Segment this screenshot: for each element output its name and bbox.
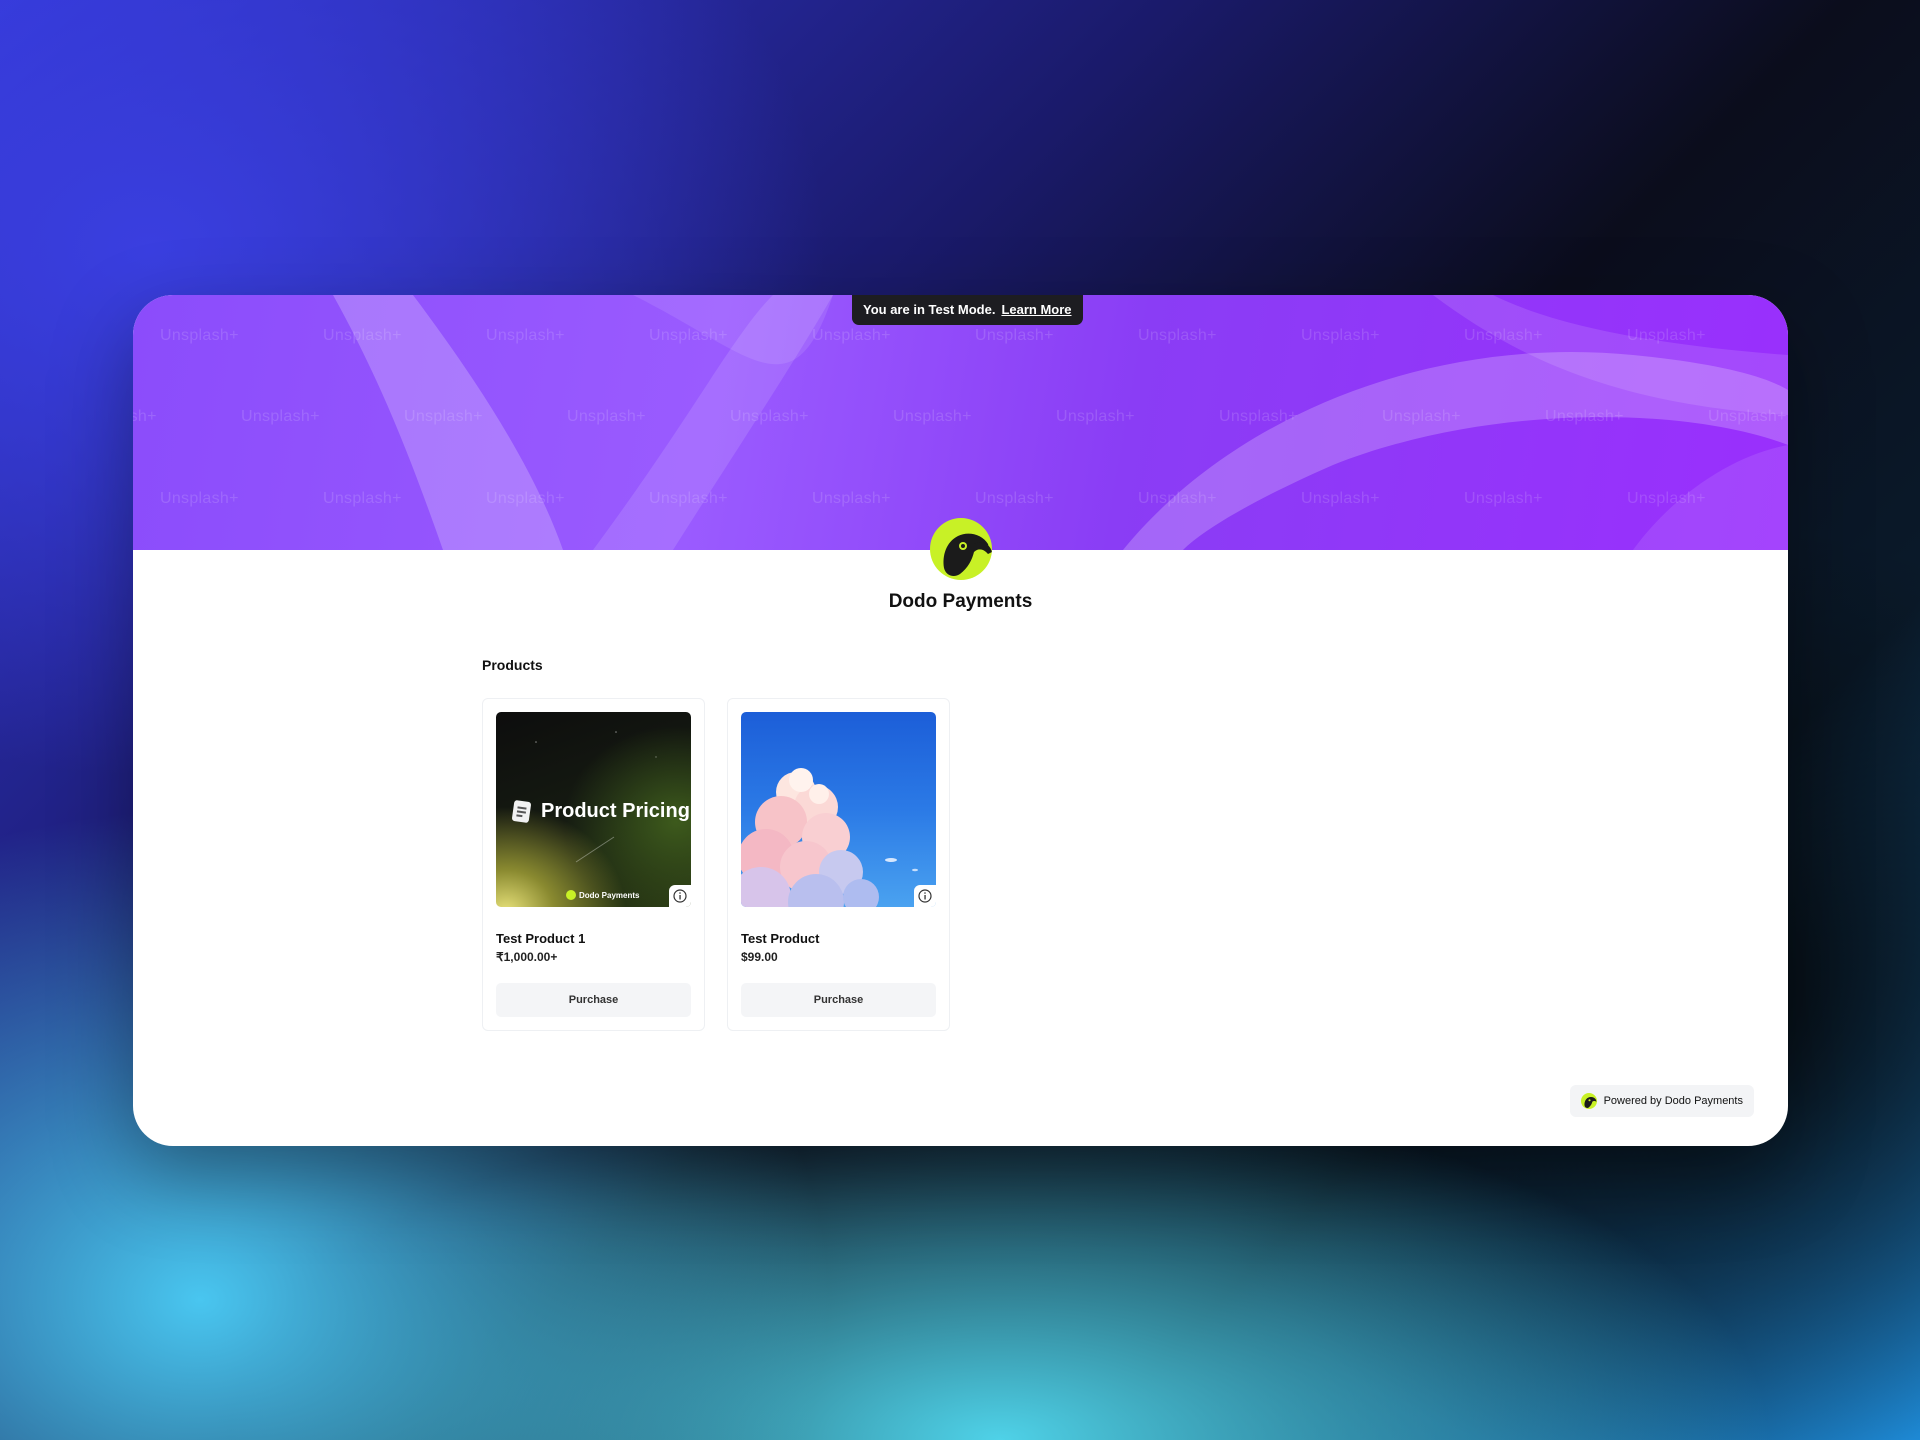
learn-more-link[interactable]: Learn More — [1001, 302, 1071, 317]
product-card[interactable]: Test Product $99.00 Purchase — [727, 698, 950, 1031]
image-caption: Product Pricing — [541, 800, 690, 822]
store-name: Dodo Payments — [888, 591, 1033, 612]
dodo-logo-icon — [1580, 1093, 1597, 1109]
purchase-button[interactable]: Purchase — [741, 983, 936, 1017]
watermark-row: Unsplash+Unsplash+Unsplash+Unsplash+Unsp… — [160, 327, 1706, 344]
test-mode-message: You are in Test Mode. — [863, 301, 996, 317]
dodo-logo-icon — [930, 518, 992, 580]
dodo-mini-icon — [566, 890, 576, 900]
watermark-row: Unsplash+Unsplash+Unsplash+Unsplash+Unsp… — [160, 490, 1706, 507]
powered-by-badge[interactable]: Powered by Dodo Payments — [1569, 1085, 1754, 1117]
products-heading: Products — [482, 657, 543, 673]
info-circle-icon[interactable] — [914, 885, 936, 907]
watermark-row: Unsplash+Unsplash+Unsplash+Unsplash+Unsp… — [133, 408, 1787, 425]
cloud-illustration — [741, 768, 918, 907]
product-image — [741, 712, 936, 907]
product-name: Test Product — [741, 931, 820, 946]
image-brand-mark: Dodo Payments — [566, 890, 639, 900]
test-mode-banner: You are in Test Mode. Learn More — [852, 295, 1083, 325]
powered-by-label: Powered by Dodo Payments — [1603, 1095, 1743, 1107]
store-banner: Unsplash+ Unsplash+ Unsplash+ Unsplash+ Unsp… — [133, 295, 1788, 550]
document-icon — [511, 799, 532, 824]
purchase-button[interactable]: Purchase — [496, 983, 691, 1017]
storefront-window: Unsplash+ Unsplash+ Unsplash+ Unsplash+ Unsp… — [133, 295, 1788, 1146]
info-circle-icon[interactable] — [669, 885, 691, 907]
product-card[interactable]: Product Pricing Dodo Payments Test Produ… — [482, 698, 705, 1031]
product-image: Product Pricing Dodo Payments — [496, 712, 691, 907]
product-name: Test Product 1 — [496, 931, 586, 946]
product-price: ₹1,000.00+ — [496, 950, 558, 964]
product-price: $99.00 — [741, 950, 778, 964]
